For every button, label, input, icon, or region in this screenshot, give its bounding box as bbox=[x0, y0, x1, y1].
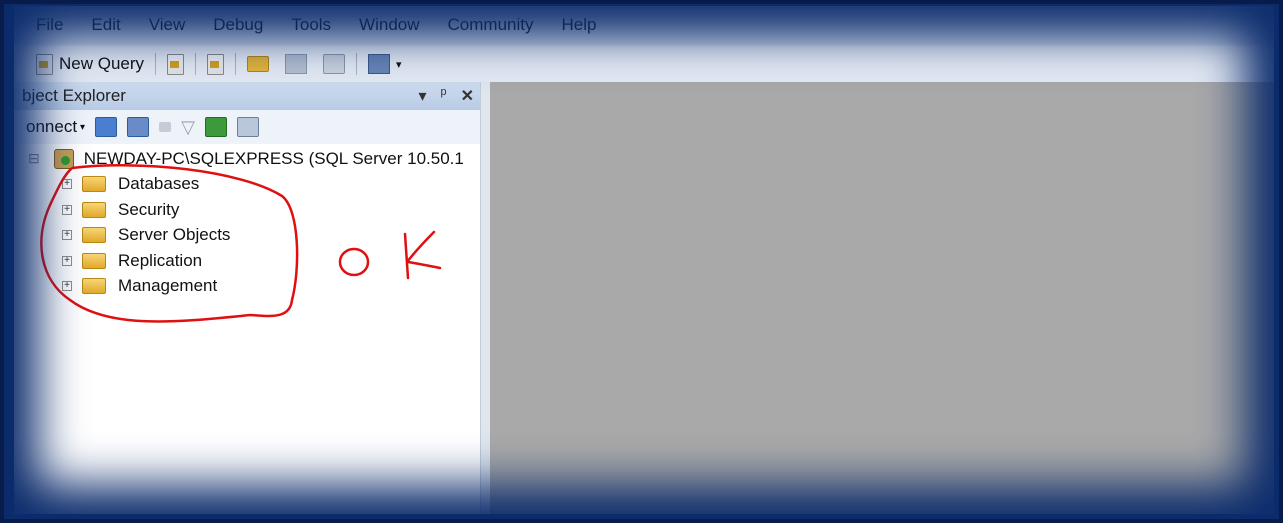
annotation-circle bbox=[40, 164, 299, 323]
annotation-letter-o bbox=[338, 247, 370, 277]
annotation-letter-k bbox=[403, 230, 442, 280]
background-frame: File Edit View Debug Tools Window Commun… bbox=[0, 0, 1283, 523]
red-ink-annotation bbox=[40, 164, 442, 323]
